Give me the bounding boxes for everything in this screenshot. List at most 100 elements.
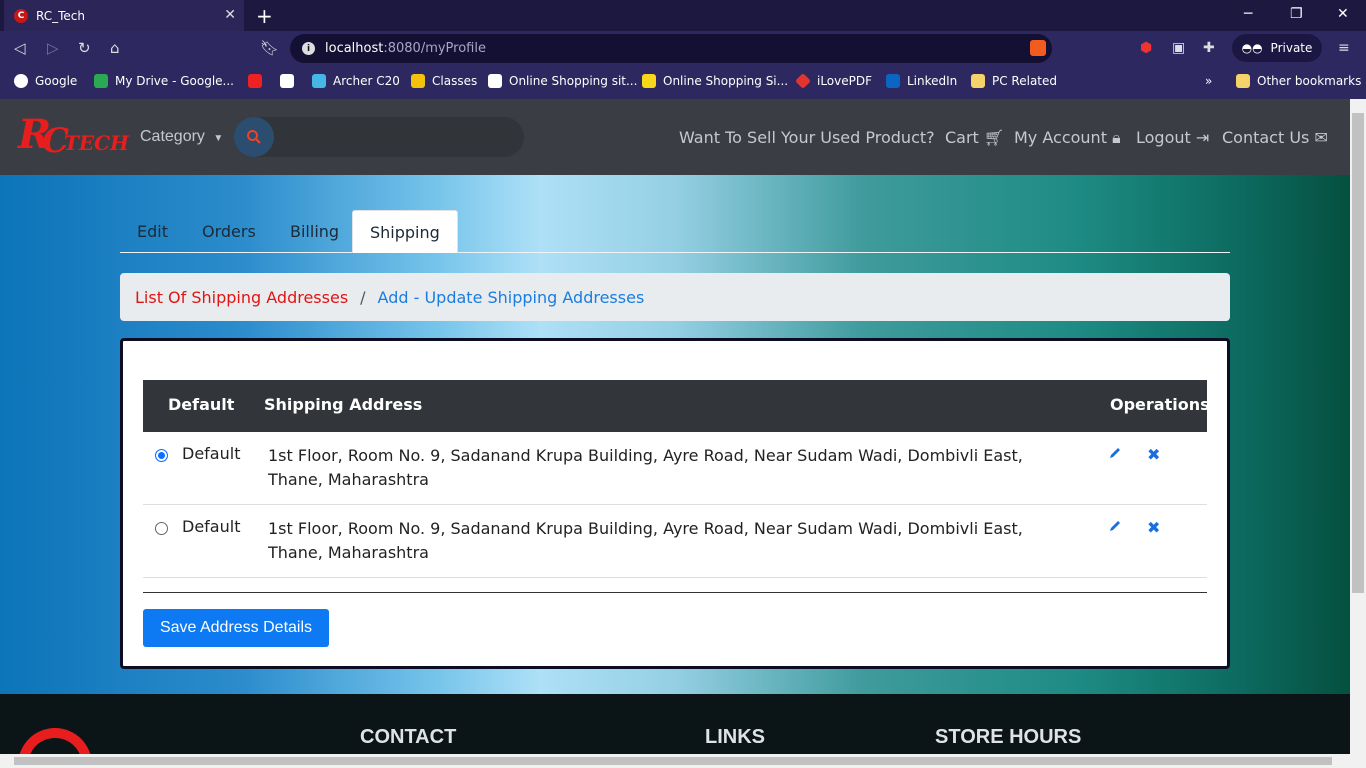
bookmark-archer[interactable]: Archer C20: [312, 74, 400, 88]
bookmark-youtube[interactable]: [248, 74, 269, 88]
site-footer: CONTACT LINKS STORE HOURS: [0, 694, 1350, 758]
more-chevron: »: [1205, 74, 1213, 88]
bookmark-online-shopping-1[interactable]: Online Shopping sit...: [488, 74, 637, 88]
bookmark-label: My Drive - Google...: [115, 74, 234, 88]
bookmark-label: Classes: [432, 74, 478, 88]
default-label: Default: [182, 444, 241, 463]
forward-icon[interactable]: ▷: [47, 39, 59, 57]
url-path: :8080/myProfile: [383, 41, 486, 56]
my-account-link[interactable]: My Account 🔒︎: [1014, 128, 1121, 148]
breadcrumb-add-update[interactable]: Add - Update Shipping Addresses: [378, 288, 645, 307]
folder-icon: [971, 74, 985, 88]
profile-tabs: Edit Orders Billing Shipping: [120, 210, 1230, 253]
address-bar[interactable]: i localhost:8080/myProfile: [290, 34, 1052, 63]
url-host: localhost: [325, 41, 384, 56]
browser-tab-strip: C RC_Tech ✕ + ─ ❐ ✕: [0, 0, 1366, 31]
shipping-address-text: 1st Floor, Room No. 9, Sadanand Krupa Bu…: [268, 446, 1023, 489]
tab-title: RC_Tech: [36, 8, 85, 23]
bookmark-my-drive[interactable]: My Drive - Google...: [94, 74, 234, 88]
contact-us-label: Contact Us: [1222, 128, 1310, 147]
site-info-icon[interactable]: i: [302, 42, 315, 55]
brave-shield-icon[interactable]: [1030, 40, 1046, 56]
bookmark-google[interactable]: Google: [14, 74, 77, 88]
table-header: Default Shipping Address Operations: [143, 380, 1210, 432]
envelope-icon: ✉: [1314, 128, 1328, 147]
breadcrumb-list-addresses[interactable]: List Of Shipping Addresses: [135, 288, 348, 307]
save-address-button[interactable]: Save Address Details: [143, 609, 329, 647]
back-icon[interactable]: ◁: [14, 39, 26, 57]
reload-icon[interactable]: ↻: [78, 39, 91, 57]
delete-x-icon[interactable]: ✖: [1147, 518, 1160, 537]
bookmark-linkedin[interactable]: LinkedIn: [886, 74, 957, 88]
bookmark-gmail[interactable]: [280, 74, 301, 88]
amazon-icon: [488, 74, 502, 88]
site-logo[interactable]: R C TECH: [18, 111, 129, 161]
header-default: Default: [168, 395, 235, 414]
shipping-address-card: Default Shipping Address Operations Defa…: [120, 338, 1230, 669]
private-window-badge[interactable]: ◓◓ Private: [1232, 34, 1322, 62]
sell-used-product-link[interactable]: Want To Sell Your Used Product?: [679, 128, 935, 147]
browser-tab[interactable]: C RC_Tech ✕: [4, 0, 244, 31]
vertical-scrollbar[interactable]: [1350, 99, 1366, 754]
cart-icon: 🛒︎: [983, 128, 1005, 147]
cart-link[interactable]: Cart 🛒︎: [945, 128, 1004, 147]
default-radio[interactable]: [155, 522, 168, 535]
extensions-puzzle-icon[interactable]: ✚: [1203, 40, 1215, 56]
flipkart-icon: [642, 74, 656, 88]
private-glasses-icon: ◓◓: [1241, 41, 1263, 55]
site-navbar: R C TECH Category ▼ Want To Sell Your Us…: [0, 99, 1350, 175]
footer-links-heading: LINKS: [705, 726, 765, 748]
restore-icon[interactable]: ❐: [1290, 6, 1303, 22]
divider: [143, 592, 1207, 593]
bookmark-classes[interactable]: Classes: [411, 74, 477, 88]
linkedin-icon: [886, 74, 900, 88]
search-icon: [247, 130, 261, 144]
close-tab-icon[interactable]: ✕: [224, 7, 236, 23]
bookmarks-bar: Google My Drive - Google... Archer C20 C…: [0, 67, 1366, 99]
edit-pencil-icon[interactable]: [1108, 446, 1122, 460]
search-input[interactable]: [234, 117, 524, 157]
bookmark-label: Online Shopping sit...: [509, 74, 638, 88]
vertical-scroll-thumb[interactable]: [1352, 113, 1364, 593]
shipping-address-text: 1st Floor, Room No. 9, Sadanand Krupa Bu…: [268, 519, 1023, 562]
tab-billing[interactable]: Billing: [273, 210, 356, 253]
minimize-icon[interactable]: ─: [1244, 6, 1252, 22]
bookmark-online-shopping-2[interactable]: Online Shopping Si...: [642, 74, 788, 88]
logo-tech: TECH: [64, 131, 129, 155]
adblock-extension-icon[interactable]: ⬢: [1140, 40, 1152, 56]
close-window-icon[interactable]: ✕: [1337, 6, 1349, 22]
bookmarks-more-icon[interactable]: »: [1205, 74, 1212, 88]
contact-us-link[interactable]: Contact Us ✉: [1222, 128, 1328, 147]
horizontal-scroll-thumb[interactable]: [14, 757, 1332, 765]
bookmark-pc-related[interactable]: PC Related: [971, 74, 1057, 88]
category-dropdown[interactable]: Category ▼: [140, 128, 223, 146]
classroom-icon: [411, 74, 425, 88]
profile-section: Edit Orders Billing Shipping List Of Shi…: [0, 175, 1350, 694]
tab-orders[interactable]: Orders: [185, 210, 273, 253]
private-label: Private: [1270, 41, 1313, 55]
home-icon[interactable]: ⌂: [110, 39, 120, 57]
edit-pencil-icon[interactable]: [1108, 519, 1122, 533]
heart-icon: [795, 73, 811, 89]
lock-icon: 🔒︎: [1112, 128, 1121, 147]
header-operations: Operations: [1110, 395, 1210, 414]
logout-link[interactable]: Logout ⇥: [1136, 128, 1209, 147]
default-radio[interactable]: [155, 449, 168, 462]
breadcrumb: List Of Shipping Addresses / Add - Updat…: [120, 273, 1230, 321]
bookmark-ilovepdf[interactable]: iLovePDF: [795, 73, 872, 89]
horizontal-scrollbar[interactable]: [0, 754, 1366, 768]
bookmark-label: Other bookmarks: [1257, 74, 1362, 88]
bookmark-icon[interactable]: 🔖︎: [260, 39, 279, 57]
menu-icon[interactable]: ≡: [1338, 40, 1350, 56]
bookmark-other[interactable]: Other bookmarks: [1236, 74, 1361, 88]
bookmark-label: Online Shopping Si...: [663, 74, 789, 88]
window-extension-icon[interactable]: ▣: [1172, 40, 1185, 56]
delete-x-icon[interactable]: ✖: [1147, 445, 1160, 464]
youtube-icon: [248, 74, 262, 88]
sign-out-icon: ⇥: [1195, 128, 1210, 147]
tab-shipping[interactable]: Shipping: [352, 210, 458, 253]
new-tab-icon[interactable]: +: [256, 4, 273, 28]
breadcrumb-separator: /: [360, 287, 366, 307]
search-button[interactable]: [234, 117, 274, 157]
tab-edit[interactable]: Edit: [120, 210, 185, 253]
